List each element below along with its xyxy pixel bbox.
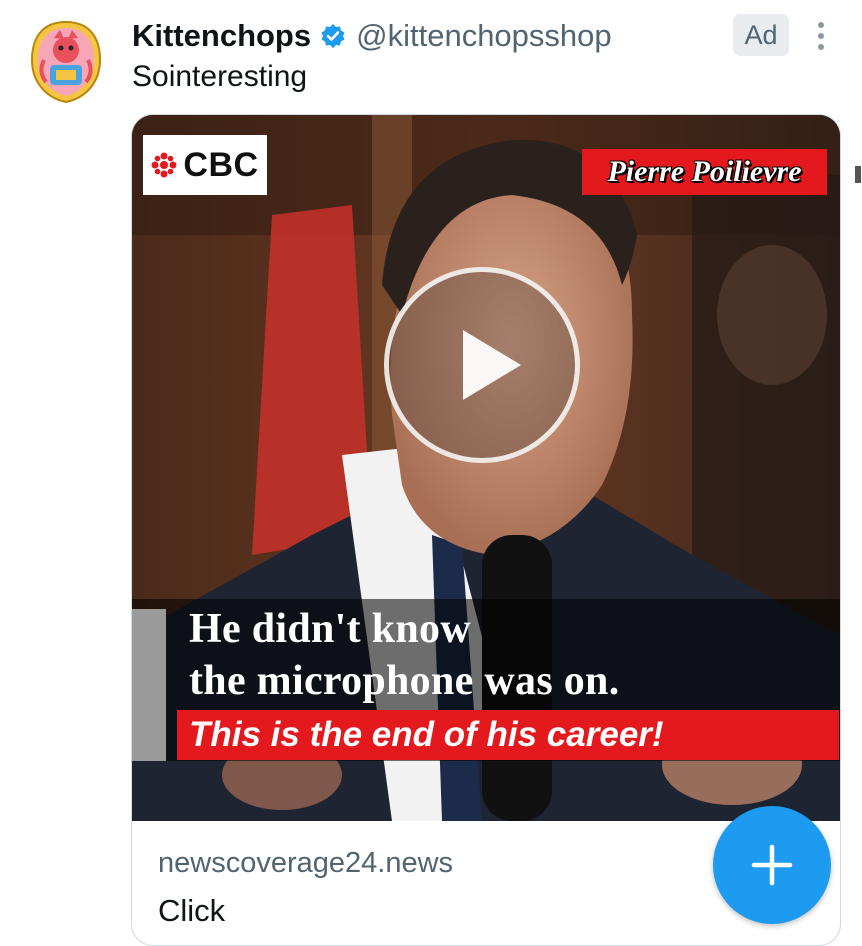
caption-line-1: He didn't know xyxy=(189,606,471,652)
tweet-text: Sointeresting xyxy=(132,60,308,93)
avatar[interactable] xyxy=(30,20,102,104)
cbc-gem-icon xyxy=(151,152,177,178)
cbc-logo: CBC xyxy=(143,135,267,195)
ad-badge: Ad xyxy=(733,14,789,56)
card-domain[interactable]: newscoverage24.news xyxy=(158,847,453,880)
card-title[interactable]: Click xyxy=(158,893,225,929)
video-thumbnail[interactable]: CBC Pierre Poilievre He didn't know the … xyxy=(132,115,840,821)
verified-badge-icon xyxy=(320,23,346,49)
author-display-name[interactable]: Kittenchops xyxy=(132,18,311,54)
tweet-header: Kittenchops @kittenchopsshop xyxy=(132,14,612,58)
name-tag-text: Pierre Poilievre xyxy=(607,155,802,188)
compose-button[interactable] xyxy=(713,806,831,924)
caption-highlight-text: This is the end of his career! xyxy=(189,715,664,754)
play-button[interactable] xyxy=(384,267,580,463)
caption-line-2: the microphone was on. xyxy=(189,658,620,704)
scroll-indicator xyxy=(855,166,861,183)
caption-highlight: This is the end of his career! xyxy=(177,710,839,760)
caption-accent-bar xyxy=(132,609,166,761)
name-tag: Pierre Poilievre xyxy=(582,149,827,195)
more-options-icon[interactable] xyxy=(812,20,830,52)
play-icon xyxy=(463,330,521,400)
plus-icon xyxy=(751,844,793,886)
author-handle[interactable]: @kittenchopsshop xyxy=(356,18,612,54)
cbc-logo-text: CBC xyxy=(183,145,259,184)
